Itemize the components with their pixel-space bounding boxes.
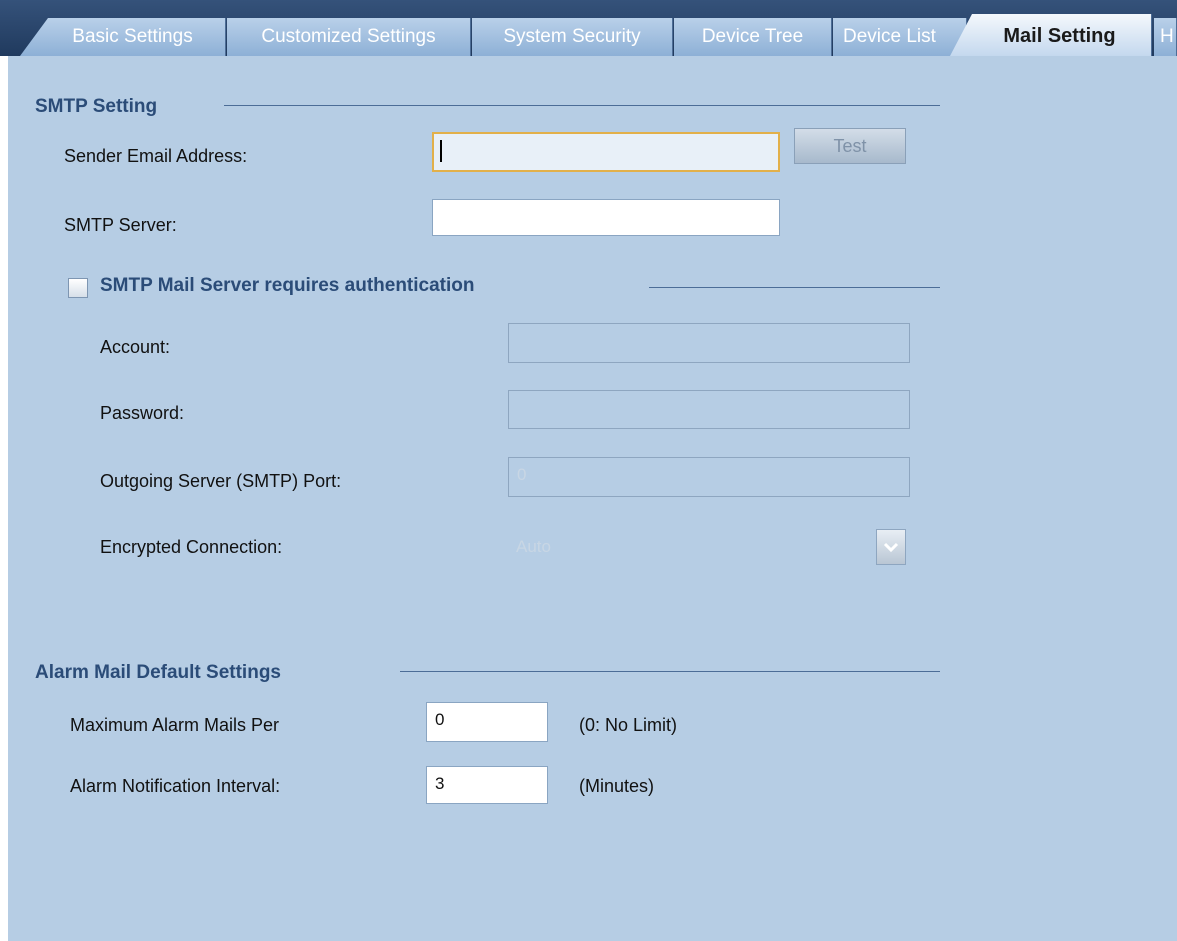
tab-mail-setting[interactable]: Mail Setting xyxy=(950,14,1152,56)
auth-divider xyxy=(649,287,940,288)
smtp-server-label: SMTP Server: xyxy=(64,215,177,235)
password-input[interactable] xyxy=(508,390,910,429)
max-alarm-mails-input[interactable]: 0 xyxy=(426,702,548,742)
account-input[interactable] xyxy=(508,323,910,363)
auth-checkbox-label[interactable]: SMTP Mail Server requires authentication xyxy=(100,275,474,297)
tab-system-security[interactable]: System Security xyxy=(472,18,673,56)
tab-device-list[interactable]: Device List xyxy=(833,18,967,56)
alarm-settings-title: Alarm Mail Default Settings xyxy=(35,662,281,683)
test-button[interactable]: Test xyxy=(794,128,906,164)
smtp-server-input[interactable] xyxy=(432,199,780,236)
sender-email-label: Sender Email Address: xyxy=(64,146,248,166)
encrypted-connection-label: Encrypted Connection: xyxy=(100,537,283,557)
alarm-interval-note: (Minutes) xyxy=(579,776,655,796)
alarm-interval-input[interactable]: 3 xyxy=(426,766,548,804)
tab-bar: Basic Settings Customized Settings Syste… xyxy=(0,0,1177,56)
auth-checkbox[interactable] xyxy=(68,278,88,298)
tab-customized-settings[interactable]: Customized Settings xyxy=(227,18,471,56)
tab-device-tree[interactable]: Device Tree xyxy=(674,18,832,56)
tab-basic-settings[interactable]: Basic Settings xyxy=(20,18,226,56)
account-label: Account: xyxy=(100,337,171,357)
mail-setting-window: Basic Settings Customized Settings Syste… xyxy=(0,0,1177,941)
max-alarm-mails-label: Maximum Alarm Mails Per xyxy=(70,715,280,735)
password-label: Password: xyxy=(100,403,185,423)
smtp-setting-divider xyxy=(224,105,940,106)
smtp-port-input[interactable]: 0 xyxy=(508,457,910,497)
text-caret xyxy=(440,140,442,162)
alarm-settings-divider xyxy=(400,671,940,672)
max-alarm-mails-note: (0: No Limit) xyxy=(579,715,678,735)
encrypted-connection-select[interactable]: Auto xyxy=(508,526,874,568)
smtp-setting-title: SMTP Setting xyxy=(35,96,158,117)
tab-next-partial[interactable]: H xyxy=(1154,18,1177,56)
mail-setting-panel: SMTP Setting Sender Email Address: Test … xyxy=(8,56,1177,941)
sender-email-input[interactable] xyxy=(432,132,780,172)
chevron-down-icon[interactable] xyxy=(876,529,906,565)
smtp-port-label: Outgoing Server (SMTP) Port: xyxy=(100,471,342,491)
alarm-interval-label: Alarm Notification Interval: xyxy=(70,776,281,796)
